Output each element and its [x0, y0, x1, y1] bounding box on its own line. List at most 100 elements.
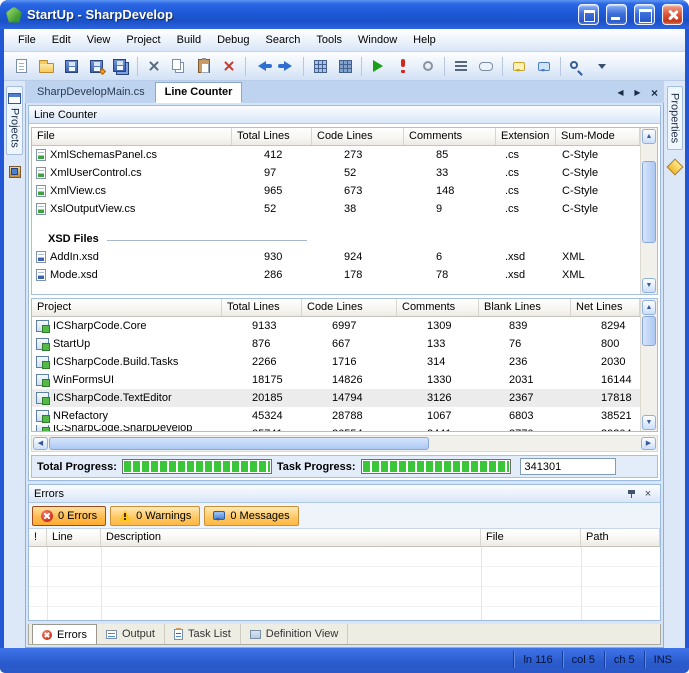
next-tab-icon[interactable]: ▶ [630, 85, 645, 100]
save-button[interactable] [59, 54, 83, 78]
scroll-down-icon[interactable]: ▼ [642, 415, 656, 430]
cut-button[interactable] [142, 54, 166, 78]
column-header-sum-mode[interactable]: Sum-Mode [556, 128, 640, 145]
table-row[interactable]: XmlUserControl.cs 97 52 33 .cs C-Style [32, 164, 640, 182]
menu-project[interactable]: Project [118, 30, 168, 50]
table-row[interactable]: ICSharpCode.Core 9133 6997 1309 839 8294 [32, 317, 640, 335]
scroll-left-icon[interactable]: ◀ [33, 437, 48, 450]
column-header-code-lines[interactable]: Code Lines [302, 299, 397, 316]
scrollbar-track[interactable] [642, 244, 656, 277]
close-tab-icon[interactable]: × [647, 85, 662, 100]
table-row[interactable]: ICSharpCode.Build.Tasks 2266 1716 314 23… [32, 353, 640, 371]
save-as-button[interactable] [84, 54, 108, 78]
table-row[interactable]: XmlSchemasPanel.cs 412 273 85 .cs C-Styl… [32, 146, 640, 164]
minimize-button[interactable] [606, 4, 627, 25]
column-header-total-lines[interactable]: Total Lines [222, 299, 302, 316]
column-header-net-lines[interactable]: Net Lines [571, 299, 640, 316]
rebuild-button[interactable] [333, 54, 357, 78]
column-header-total-lines[interactable]: Total Lines [232, 128, 312, 145]
insert-comment-button[interactable] [532, 54, 556, 78]
profiler-button[interactable] [416, 54, 440, 78]
menu-file[interactable]: File [10, 30, 44, 50]
column-header-comments[interactable]: Comments [397, 299, 479, 316]
scroll-up-icon[interactable]: ▲ [642, 300, 656, 315]
build-button[interactable] [308, 54, 332, 78]
scroll-up-icon[interactable]: ▲ [642, 129, 656, 144]
scrollbar-track[interactable] [642, 347, 656, 414]
close-button[interactable] [662, 4, 683, 25]
app-icon[interactable] [6, 7, 22, 23]
warnings-filter-button[interactable]: 0 Warnings [110, 506, 200, 526]
menu-help[interactable]: Help [405, 30, 444, 50]
table-row[interactable]: XslOutputView.cs 52 38 9 .cs C-Style [32, 200, 640, 218]
column-header-extension[interactable]: Extension [496, 128, 556, 145]
tab-definition-view[interactable]: Definition View [241, 624, 349, 644]
table-row[interactable]: Mode.xsd 286 178 78 .xsd XML [32, 266, 640, 284]
column-header-code-lines[interactable]: Code Lines [312, 128, 404, 145]
table-row-selected[interactable]: ICSharpCode.TextEditor 20185 14794 3126 … [32, 389, 640, 407]
close-panel-button[interactable]: × [641, 487, 655, 501]
scrollbar-thumb[interactable] [49, 437, 429, 450]
copy-button[interactable] [167, 54, 191, 78]
new-file-button[interactable] [9, 54, 33, 78]
column-header-file[interactable]: File [481, 529, 581, 546]
column-header-project[interactable]: Project [32, 299, 222, 316]
sidebar-tab-classes[interactable] [6, 163, 24, 181]
tab-output[interactable]: Output [97, 624, 165, 644]
maximize-button[interactable] [634, 4, 655, 25]
run-button[interactable] [366, 54, 390, 78]
menu-tools[interactable]: Tools [308, 30, 350, 50]
tab-task-list[interactable]: Task List [165, 624, 241, 644]
menu-window[interactable]: Window [350, 30, 405, 50]
scrollbar-thumb[interactable] [642, 161, 656, 243]
messages-filter-button[interactable]: 0 Messages [204, 506, 298, 526]
scroll-right-icon[interactable]: ▶ [641, 437, 656, 450]
comment-region-button[interactable] [507, 54, 531, 78]
search-button[interactable] [565, 54, 589, 78]
table-row[interactable]: XmlView.cs 965 673 148 .cs C-Style [32, 182, 640, 200]
column-header-path[interactable]: Path [581, 529, 660, 546]
projects-vertical-scrollbar[interactable]: ▲ ▼ [640, 299, 657, 431]
table-row[interactable]: WinFormsUI 18175 14826 1330 2031 16144 [32, 371, 640, 389]
sidebar-tab-projects[interactable]: Projects [6, 86, 23, 155]
tab-errors[interactable]: Errors [32, 624, 97, 644]
table-row[interactable]: AddIn.xsd 930 924 6 .xsd XML [32, 248, 640, 266]
errors-filter-button[interactable]: 0 Errors [32, 506, 106, 526]
sidebar-tab-properties[interactable]: Properties [667, 86, 683, 150]
tab-sharpdevelopmain[interactable]: SharpDevelopMain.cs [27, 82, 155, 103]
redo-button[interactable] [275, 54, 299, 78]
delete-button[interactable] [217, 54, 241, 78]
open-folder-button[interactable] [34, 54, 58, 78]
pin-button[interactable] [624, 487, 638, 501]
scrollbar-track[interactable] [430, 437, 640, 450]
menu-build[interactable]: Build [169, 30, 209, 50]
table-row[interactable]: NRefactory 45324 28788 1067 6803 38521 [32, 407, 640, 425]
column-header-file[interactable]: File [32, 128, 232, 145]
table-row-partial[interactable]: ICSharpCode.SharpDevelop 35741 26554 244… [32, 425, 640, 431]
menu-view[interactable]: View [79, 30, 119, 50]
toolwindow-button[interactable] [578, 4, 599, 25]
sidebar-tab-tools[interactable] [666, 158, 684, 176]
prev-tab-icon[interactable]: ◀ [613, 85, 628, 100]
tab-line-counter[interactable]: Line Counter [155, 82, 243, 103]
table-row[interactable]: StartUp 876 667 133 76 800 [32, 335, 640, 353]
save-all-button[interactable] [109, 54, 133, 78]
menu-debug[interactable]: Debug [209, 30, 257, 50]
paste-button[interactable] [192, 54, 216, 78]
stop-button[interactable] [391, 54, 415, 78]
column-header-comments[interactable]: Comments [404, 128, 496, 145]
search-options-button[interactable] [590, 54, 614, 78]
undo-button[interactable] [250, 54, 274, 78]
files-vertical-scrollbar[interactable]: ▲ ▼ [640, 128, 657, 294]
column-header-line[interactable]: Line [47, 529, 101, 546]
scroll-down-icon[interactable]: ▼ [642, 278, 656, 293]
breakpoint-list-button[interactable] [474, 54, 498, 78]
column-header-blank-lines[interactable]: Blank Lines [479, 299, 571, 316]
menu-edit[interactable]: Edit [44, 30, 79, 50]
horizontal-scrollbar[interactable]: ◀ ▶ [31, 435, 658, 452]
menu-search[interactable]: Search [258, 30, 309, 50]
scrollbar-thumb[interactable] [642, 316, 656, 346]
column-header-description[interactable]: Description [101, 529, 481, 546]
bookmark-list-button[interactable] [449, 54, 473, 78]
column-header-severity[interactable]: ! [29, 529, 47, 546]
